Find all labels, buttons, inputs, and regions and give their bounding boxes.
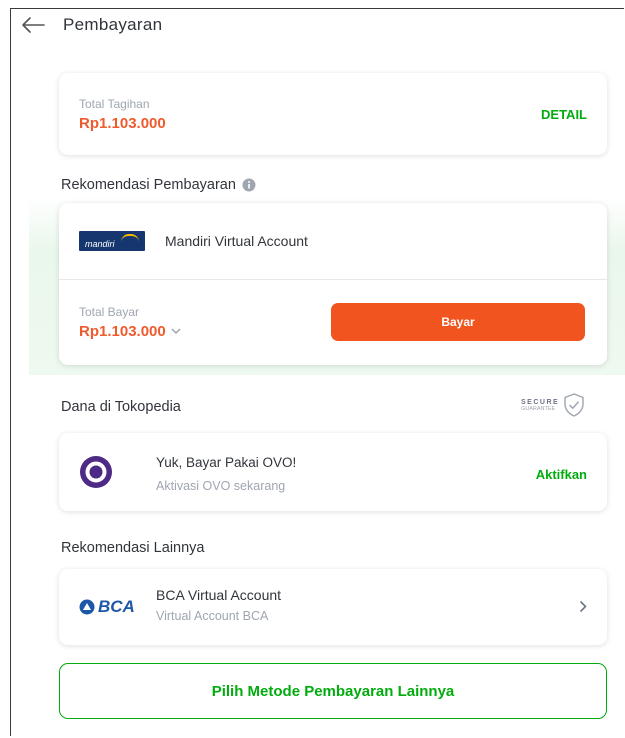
mandiri-method-name: Mandiri Virtual Account bbox=[165, 233, 308, 249]
back-arrow-icon[interactable] bbox=[21, 15, 47, 35]
ovo-logo-icon bbox=[79, 455, 113, 494]
header: Pembayaran bbox=[21, 9, 601, 41]
detail-link[interactable]: DETAIL bbox=[541, 107, 587, 122]
total-bayar-label: Total Bayar bbox=[79, 305, 140, 319]
pilih-metode-lainnya-button[interactable]: Pilih Metode Pembayaran Lainnya bbox=[59, 663, 607, 719]
aktifkan-link[interactable]: Aktifkan bbox=[536, 467, 587, 482]
bca-logo-text: BCA bbox=[98, 597, 135, 616]
total-tagihan-label: Total Tagihan bbox=[79, 97, 150, 111]
lainnya-section-title: Rekomendasi Lainnya bbox=[61, 540, 205, 556]
mandiri-row[interactable]: mandiri Mandiri Virtual Account bbox=[59, 203, 607, 280]
total-tagihan-amount: Rp1.103.000 bbox=[79, 115, 166, 132]
chevron-right-icon bbox=[579, 600, 587, 618]
mandiri-wave-icon bbox=[121, 234, 139, 242]
secure-text: SECURE bbox=[521, 398, 560, 406]
bca-subtitle: Virtual Account BCA bbox=[156, 609, 269, 623]
mandiri-logo: mandiri bbox=[79, 231, 145, 251]
secure-guarantee-badge: SECURE GUARANTEE bbox=[521, 393, 585, 417]
mandiri-logo-text: mandiri bbox=[85, 239, 115, 249]
app-frame: Pembayaran Total Tagihan Rp1.103.000 DET… bbox=[10, 8, 625, 736]
chevron-down-icon bbox=[171, 328, 181, 335]
info-icon[interactable] bbox=[242, 178, 256, 192]
total-tagihan-card: Total Tagihan Rp1.103.000 DETAIL bbox=[59, 73, 607, 155]
total-bayar-value[interactable]: Rp1.103.000 bbox=[79, 323, 181, 340]
rekomendasi-title-text: Rekomendasi Pembayaran bbox=[61, 177, 236, 193]
ovo-title: Yuk, Bayar Pakai OVO! bbox=[156, 455, 297, 470]
bca-card[interactable]: BCA BCA Virtual Account Virtual Account … bbox=[59, 569, 607, 645]
total-bayar-amount: Rp1.103.000 bbox=[79, 323, 166, 340]
bca-title: BCA Virtual Account bbox=[156, 587, 282, 603]
ovo-card[interactable]: Yuk, Bayar Pakai OVO! Aktivasi OVO sekar… bbox=[59, 433, 607, 511]
dana-section-title: Dana di Tokopedia bbox=[61, 399, 181, 415]
page-title: Pembayaran bbox=[63, 15, 163, 34]
bca-logo: BCA bbox=[79, 597, 135, 617]
guarantee-text: GUARANTEE bbox=[521, 405, 556, 412]
ovo-subtitle: Aktivasi OVO sekarang bbox=[156, 479, 286, 493]
bca-emblem-icon bbox=[79, 599, 95, 615]
rekomendasi-card: mandiri Mandiri Virtual Account Total Ba… bbox=[59, 203, 607, 365]
bayar-button[interactable]: Bayar bbox=[331, 303, 585, 341]
rekomendasi-section-title: Rekomendasi Pembayaran bbox=[61, 177, 256, 193]
shield-check-icon bbox=[563, 393, 585, 417]
